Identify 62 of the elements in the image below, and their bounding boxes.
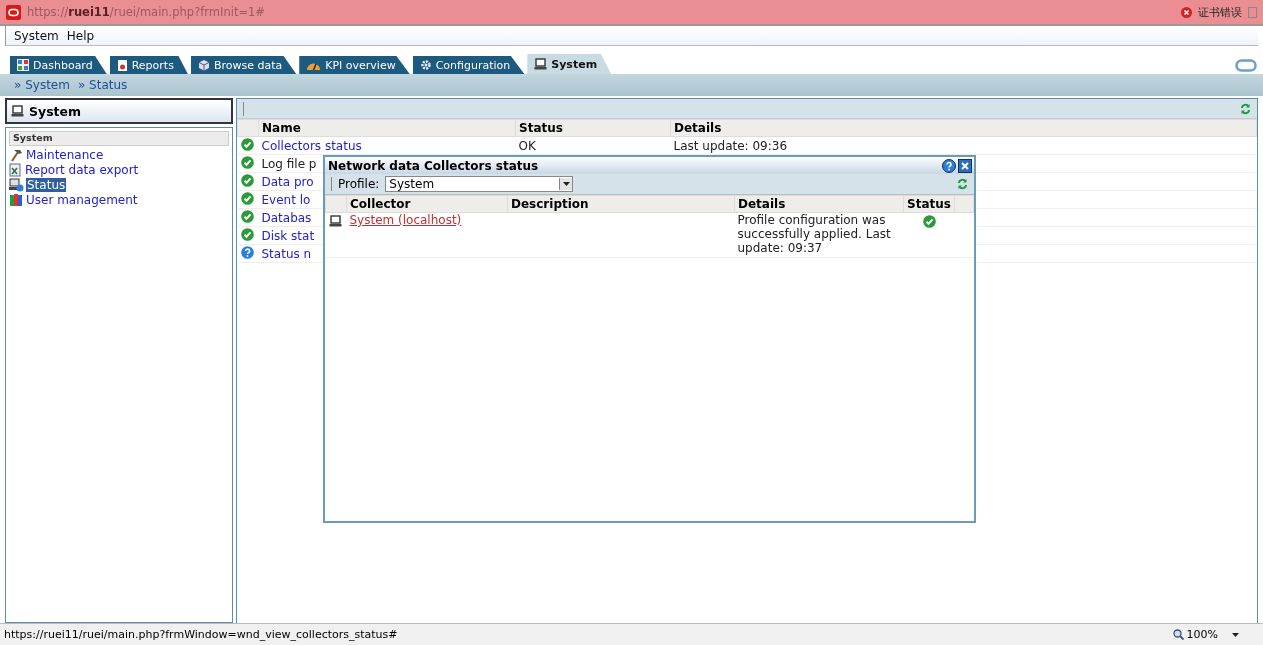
status-link[interactable]: Status n (261, 246, 312, 261)
books-icon (9, 192, 23, 207)
breadcrumb-link[interactable]: » System (14, 78, 70, 92)
computer-icon (9, 177, 24, 192)
caret-icon (562, 182, 570, 186)
document-icon (116, 58, 128, 72)
profile-label: Profile: (338, 177, 380, 191)
status-name: Log file p (261, 156, 317, 171)
gear-icon (419, 59, 432, 71)
status-link[interactable]: Event lo (261, 192, 311, 207)
close-icon[interactable] (958, 158, 972, 173)
certificate-error-text[interactable]: 证书错误 (1198, 4, 1242, 20)
browser-logo-icon (6, 4, 21, 20)
sidebar-title: System (5, 98, 233, 124)
column-header: Details (734, 195, 904, 213)
status-link[interactable]: Data pro (261, 174, 314, 189)
refresh-icon[interactable] (1240, 102, 1251, 115)
computer-icon (328, 215, 342, 227)
profile-dropdown[interactable]: System (385, 176, 574, 192)
page-icon (1248, 6, 1257, 18)
tab[interactable]: System (527, 54, 612, 74)
menu-item[interactable]: Help (66, 28, 95, 43)
sidebar-item[interactable]: User management (25, 192, 139, 207)
column-header: Name (258, 119, 516, 137)
tab[interactable]: Configuration (412, 56, 525, 74)
status-url: https://ruei11/ruei/main.php?frmWindow=wnd_view_collectors_status# (4, 628, 398, 641)
grid-icon (17, 59, 29, 71)
tab[interactable]: KPI overview (299, 56, 410, 74)
url-text[interactable]: https://ruei11/ruei/main.php?frmInit=1# (27, 5, 1175, 19)
collector-link[interactable]: System (localhost) (349, 213, 462, 227)
menu-item[interactable]: System (14, 28, 59, 43)
refresh-icon[interactable] (957, 178, 968, 190)
breadcrumb-link[interactable]: » Status (77, 78, 128, 92)
column-header: Status (903, 195, 955, 213)
cube-icon (197, 59, 210, 71)
details-text: Last update: 09:36 (673, 138, 788, 153)
zoom-level[interactable]: 100% (1186, 628, 1218, 641)
zoom-icon (1172, 629, 1184, 640)
sidebar-item[interactable]: Status (26, 177, 67, 192)
sidebar-item[interactable]: Maintenance (25, 147, 105, 162)
hammer-icon (9, 147, 23, 162)
status-link[interactable]: Collectors status (261, 138, 362, 153)
error-icon (1181, 6, 1192, 18)
tab[interactable]: Reports (109, 56, 188, 74)
sidebar-section-header: System (9, 131, 229, 146)
status-link[interactable]: Disk stat (261, 228, 315, 243)
tab[interactable]: Browse data (190, 56, 297, 74)
dialog-title: Network data Collectors status (328, 158, 539, 173)
column-header: Description (507, 195, 735, 213)
column-header: Collector (346, 195, 508, 213)
column-header: Status (515, 119, 671, 137)
computer-icon (11, 105, 24, 117)
status-text: OK (518, 138, 536, 153)
dropdown-icon[interactable] (1232, 632, 1239, 637)
details-text: Profile configuration was successfully applied. Last update: 09:37 (737, 213, 891, 255)
tab[interactable]: Dashboard (10, 56, 107, 74)
computer-icon (534, 58, 548, 70)
status-link[interactable]: Databas (261, 210, 312, 225)
help-icon[interactable] (942, 158, 956, 173)
column-header: Details (670, 119, 1257, 137)
sidebar-item[interactable]: Report data export (24, 162, 140, 177)
spreadsheet-icon (9, 162, 22, 177)
